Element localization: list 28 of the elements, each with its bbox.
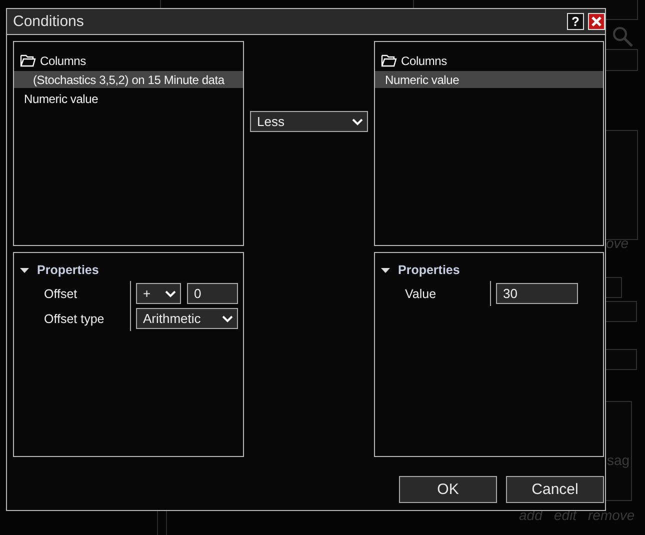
property-label: Offset	[44, 286, 78, 300]
dropdown[interactable]: +	[136, 283, 181, 304]
tree-item[interactable]: Numeric value	[14, 90, 243, 107]
properties-header: Properties	[398, 263, 460, 277]
tree-item[interactable]: Columns	[375, 52, 603, 69]
properties-header: Properties	[37, 263, 99, 277]
property-label: Value	[405, 286, 438, 300]
dialog-button[interactable]: OK	[399, 476, 497, 503]
tree-item[interactable]: Columns	[14, 52, 243, 69]
folder-icon	[381, 54, 397, 67]
input-field[interactable]: 30	[496, 283, 578, 304]
close-button[interactable]	[588, 13, 605, 30]
property-label: Offset type	[44, 312, 106, 326]
expand-arrow-icon[interactable]	[381, 266, 390, 274]
chevron-icon	[165, 290, 176, 298]
chevron-icon	[352, 118, 363, 126]
expand-arrow-icon[interactable]	[20, 266, 29, 274]
input-field[interactable]: 0	[187, 283, 238, 304]
operator-dropdown[interactable]: Less	[250, 111, 368, 132]
tree-item[interactable]: (Stochastics 3,5,2) on 15 Minute data	[14, 71, 243, 88]
search-icon	[612, 26, 634, 48]
help-button[interactable]: ?	[567, 13, 584, 30]
dialog-button[interactable]: Cancel	[506, 476, 604, 503]
dropdown[interactable]: Arithmetic	[136, 308, 238, 329]
tree-item[interactable]: Numeric value	[375, 71, 603, 88]
window-title: Conditions	[13, 13, 85, 30]
folder-icon	[20, 54, 36, 67]
chevron-icon	[222, 314, 233, 322]
